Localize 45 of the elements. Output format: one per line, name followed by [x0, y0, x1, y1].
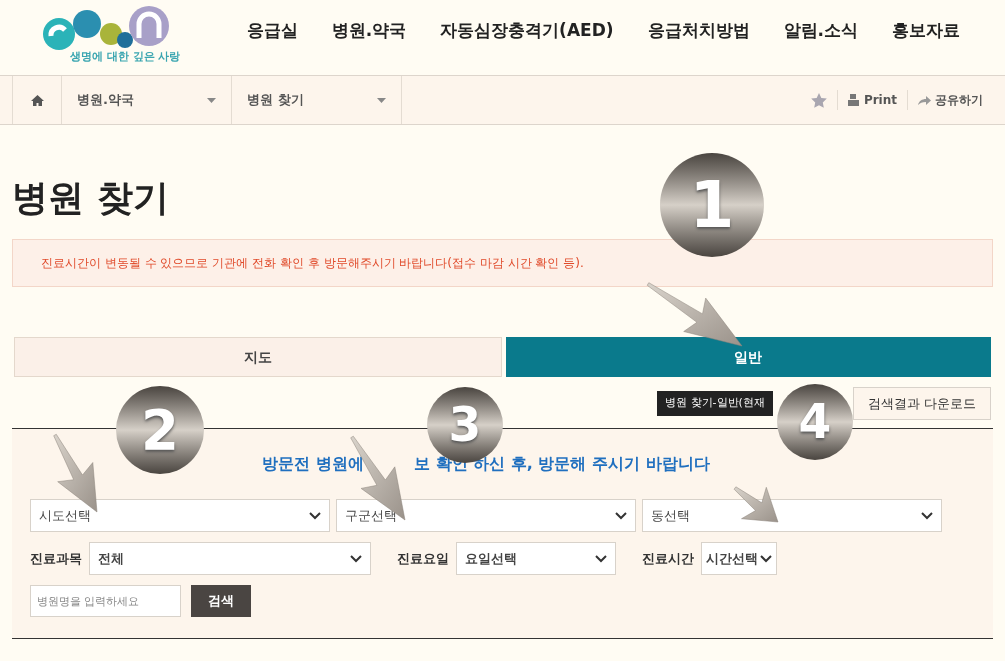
printer-icon [847, 94, 859, 106]
chevron-down-icon [615, 511, 627, 520]
chevron-down-icon [760, 554, 772, 563]
chevron-down-icon [309, 511, 321, 520]
notice-text: 방문전 병원에 [261, 453, 364, 475]
home-icon[interactable] [30, 94, 44, 106]
nav-link[interactable]: 알림.소식 [783, 18, 858, 44]
filter-label: 진료과목 [30, 549, 82, 568]
chevron-down-icon [921, 511, 933, 520]
pointer-arrow [733, 486, 779, 523]
logo-tagline: 생명에 대한 깊은 사랑 [70, 51, 181, 62]
nav-link[interactable]: 응급처치방법 [647, 18, 750, 44]
nav-link[interactable]: 병원.약국 [331, 18, 407, 44]
tab[interactable]: 일반 [505, 337, 991, 377]
caret-icon [207, 97, 216, 103]
warning-text: 진료시간이 변동될 수 있으므로 기관에 전화 확인 후 방문해주시기 바랍니다(접수 마감 시간 확인 등). [41, 255, 584, 272]
share-button[interactable]: 공유하기 [918, 91, 983, 109]
breadcrumb-dropdown[interactable]: 병원.약국 [62, 76, 232, 124]
hospital-name-input[interactable]: 병원명을 입력하세요 [30, 585, 181, 617]
step-badge: 4 [777, 384, 853, 460]
nav-link[interactable]: 자동심장충격기(AED) [440, 18, 614, 44]
chevron-down-icon [350, 554, 362, 563]
page-title: 병원 찾기 [12, 180, 169, 216]
nav-link[interactable]: 홍보자료 [892, 18, 960, 44]
dropdown[interactable]: 시간선택 [701, 542, 777, 575]
tooltip: 병원 찾기-일반(현재 [657, 391, 773, 416]
dropdown[interactable]: 구군선택 [336, 499, 636, 532]
tab[interactable]: 지도 [14, 337, 502, 377]
star-icon[interactable] [810, 92, 827, 108]
print-button[interactable]: Print [847, 91, 897, 109]
breadcrumb-dropdown[interactable]: 병원 찾기 [232, 76, 402, 124]
search-button[interactable]: 검색 [191, 585, 251, 617]
share-arrow-icon [918, 95, 931, 105]
dropdown[interactable]: 시도선택 [30, 499, 330, 532]
filter-label: 진료시간 [642, 549, 694, 568]
nav-link[interactable]: 응급실 [246, 18, 298, 44]
dropdown[interactable]: 전체 [89, 542, 371, 575]
dropdown[interactable]: 동선택 [642, 499, 942, 532]
chevron-down-icon [595, 554, 607, 563]
dropdown[interactable]: 요일선택 [456, 542, 616, 575]
caret-icon [377, 97, 386, 103]
step-badge: 1 [660, 153, 764, 257]
filter-label: 진료요일 [397, 549, 449, 568]
download-button[interactable]: 검색결과 다운로드 [852, 387, 991, 420]
step-badge: 2 [116, 386, 204, 474]
